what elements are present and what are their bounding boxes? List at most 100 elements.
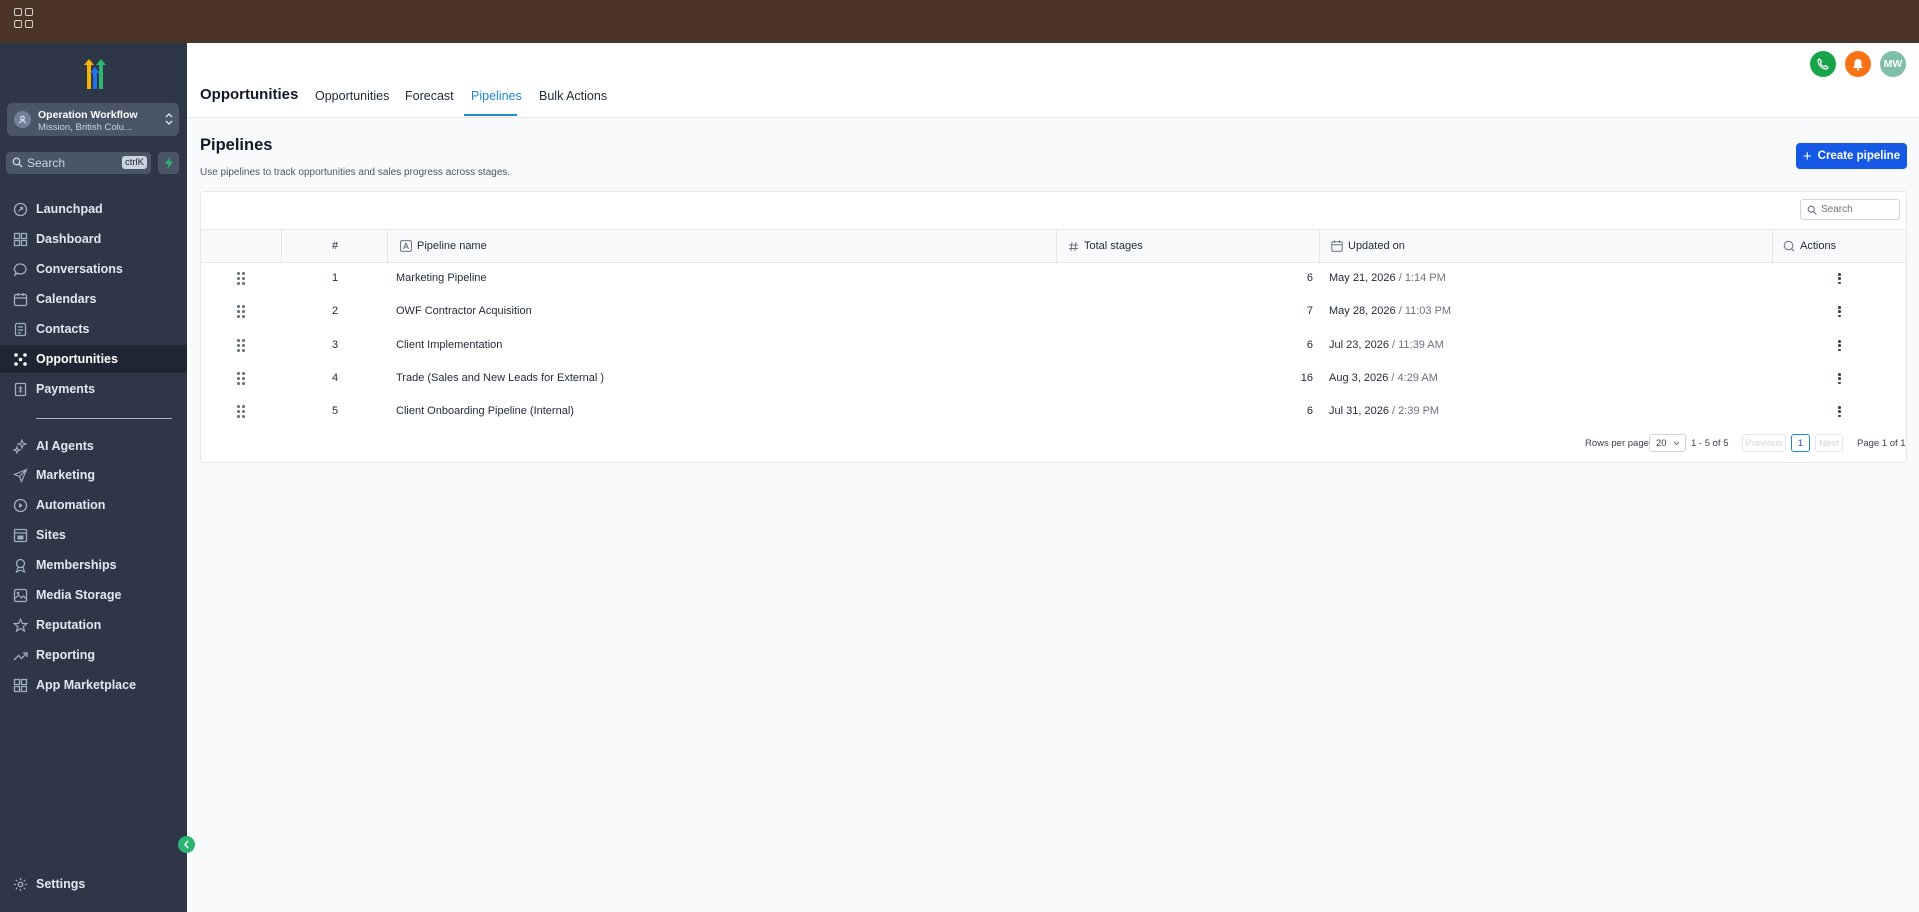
column-divider [387, 230, 388, 262]
sidebar-item-label: Automation [36, 498, 106, 512]
sidebar-item-marketing[interactable]: Marketing [0, 461, 187, 489]
sidebar-item-label: Memberships [36, 558, 117, 572]
sidebar-item-dashboard[interactable]: Dashboard [0, 225, 187, 253]
column-divider [281, 230, 282, 262]
row-actions-menu-icon[interactable] [1838, 306, 1841, 317]
table-search-input[interactable]: Search [1800, 199, 1900, 220]
chevron-down-icon [1673, 441, 1680, 446]
sidebar-item-label: Opportunities [36, 352, 118, 366]
sidebar-item-label: Marketing [36, 468, 96, 482]
sidebar-item-label: Sites [36, 528, 66, 542]
column-header-label: Pipeline name [417, 240, 487, 252]
automation-icon [13, 498, 28, 513]
bell-icon [1853, 58, 1863, 71]
column-header-pipeline-name[interactable]: Pipeline name [400, 230, 487, 262]
app-grid-icon[interactable] [14, 8, 34, 28]
account-icon [14, 111, 31, 128]
payments-icon [14, 382, 27, 397]
updated-on: Aug 3, 2026 / 4:29 AM [1329, 372, 1438, 384]
sidebar-item-app-marketplace[interactable]: App Marketplace [0, 671, 187, 699]
collapse-sidebar-button[interactable] [178, 836, 195, 853]
updated-date: May 28, 2026 [1329, 305, 1396, 317]
pipeline-name[interactable]: Client Onboarding Pipeline (Internal) [396, 405, 574, 417]
rows-per-page-select[interactable]: 20 [1649, 434, 1686, 452]
row-actions-menu-icon[interactable] [1838, 340, 1841, 351]
phone-button[interactable] [1810, 51, 1836, 77]
sidebar-item-media-storage[interactable]: Media Storage [0, 581, 187, 609]
column-divider [1056, 230, 1057, 262]
sidebar-item-memberships[interactable]: Memberships [0, 551, 187, 579]
drag-handle-icon[interactable] [237, 305, 245, 318]
sidebar-item-settings[interactable]: Settings [0, 870, 187, 898]
create-pipeline-button[interactable]: + Create pipeline [1796, 143, 1907, 169]
pipeline-name[interactable]: Client Implementation [396, 339, 502, 351]
table-row[interactable]: 1 Marketing Pipeline 6 May 21, 2026 / 1:… [201, 263, 1906, 296]
row-actions-menu-icon[interactable] [1838, 373, 1841, 384]
sidebar-item-label: Media Storage [36, 588, 122, 602]
quick-action-button[interactable] [158, 152, 179, 174]
active-tab-indicator [464, 114, 517, 116]
sparkle-icon [13, 439, 28, 454]
opportunities-icon [14, 353, 27, 366]
table-row[interactable]: 3 Client Implementation 6 Jul 23, 2026 /… [201, 330, 1906, 363]
total-stages: 16 [1300, 372, 1313, 384]
bolt-icon [164, 157, 173, 169]
sidebar-item-launchpad[interactable]: Launchpad [0, 195, 187, 223]
sidebar-item-payments[interactable]: Payments [0, 375, 187, 403]
drag-handle-icon[interactable] [237, 272, 245, 285]
search-icon [1807, 205, 1817, 215]
sidebar-item-sites[interactable]: Sites [0, 521, 187, 549]
sidebar-item-label: Calendars [36, 292, 97, 306]
tab-forecast[interactable]: Forecast [405, 89, 454, 103]
tab-pipelines[interactable]: Pipelines [471, 89, 522, 103]
pipeline-name[interactable]: OWF Contractor Acquisition [396, 305, 532, 317]
table-row[interactable]: 5 Client Onboarding Pipeline (Internal) … [201, 396, 1906, 429]
top-bar [0, 0, 1919, 43]
column-header-updated-on[interactable]: Updated on [1331, 230, 1405, 262]
sidebar-item-conversations[interactable]: Conversations [0, 255, 187, 283]
row-actions-menu-icon[interactable] [1838, 273, 1841, 284]
rows-per-page-label: Rows per page [1585, 438, 1649, 449]
notifications-button[interactable] [1845, 51, 1871, 77]
chevron-left-icon [184, 840, 189, 849]
column-header-total-stages[interactable]: Total stages [1068, 230, 1143, 262]
sidebar-item-contacts[interactable]: Contacts [0, 315, 187, 343]
account-switcher[interactable]: Operation Workflow Mission, British Colu… [7, 103, 179, 136]
sidebar-item-reputation[interactable]: Reputation [0, 611, 187, 639]
pipeline-name[interactable]: Trade (Sales and New Leads for External … [396, 372, 604, 384]
column-divider [1319, 230, 1320, 262]
account-name: Operation Workflow [38, 109, 138, 121]
tab-opportunities[interactable]: Opportunities [315, 89, 389, 103]
column-header-number: # [332, 240, 339, 252]
table-row[interactable]: 4 Trade (Sales and New Leads for Externa… [201, 363, 1906, 396]
sidebar-item-calendars[interactable]: Calendars [0, 285, 187, 313]
rows-per-page-value: 20 [1656, 438, 1667, 449]
calendar-icon [13, 293, 28, 307]
grid-icon [13, 678, 28, 693]
previous-page-button[interactable]: Previous [1742, 434, 1786, 452]
plus-icon: + [1802, 147, 1812, 165]
trend-icon [13, 652, 28, 661]
total-stages: 7 [1306, 305, 1313, 317]
sidebar-item-reporting[interactable]: Reporting [0, 641, 187, 669]
user-avatar[interactable]: MW [1880, 51, 1906, 77]
sidebar-search[interactable]: Search ctrlK [6, 152, 151, 174]
sidebar-item-ai-agents[interactable]: AI Agents [0, 432, 187, 460]
drag-handle-icon[interactable] [237, 405, 245, 418]
sidebar-item-label: Reporting [36, 648, 96, 662]
drag-handle-icon[interactable] [237, 372, 245, 385]
sidebar-item-automation[interactable]: Automation [0, 491, 187, 519]
drag-handle-icon[interactable] [237, 339, 245, 352]
account-location: Mission, British Colu... [38, 122, 132, 133]
next-page-button[interactable]: Next [1815, 434, 1843, 452]
sidebar-item-opportunities[interactable]: Opportunities [0, 345, 187, 373]
table-row[interactable]: 2 OWF Contractor Acquisition 7 May 28, 2… [201, 296, 1906, 329]
row-actions-menu-icon[interactable] [1838, 406, 1841, 417]
tab-bulk-actions[interactable]: Bulk Actions [539, 89, 607, 103]
image-icon [13, 588, 28, 603]
updated-date: Aug 3, 2026 [1329, 372, 1389, 384]
pipeline-name[interactable]: Marketing Pipeline [396, 272, 487, 284]
page-number-button[interactable]: 1 [1791, 434, 1810, 452]
hash-icon [1069, 241, 1078, 251]
updated-on: Jul 31, 2026 / 2:39 PM [1329, 405, 1440, 417]
